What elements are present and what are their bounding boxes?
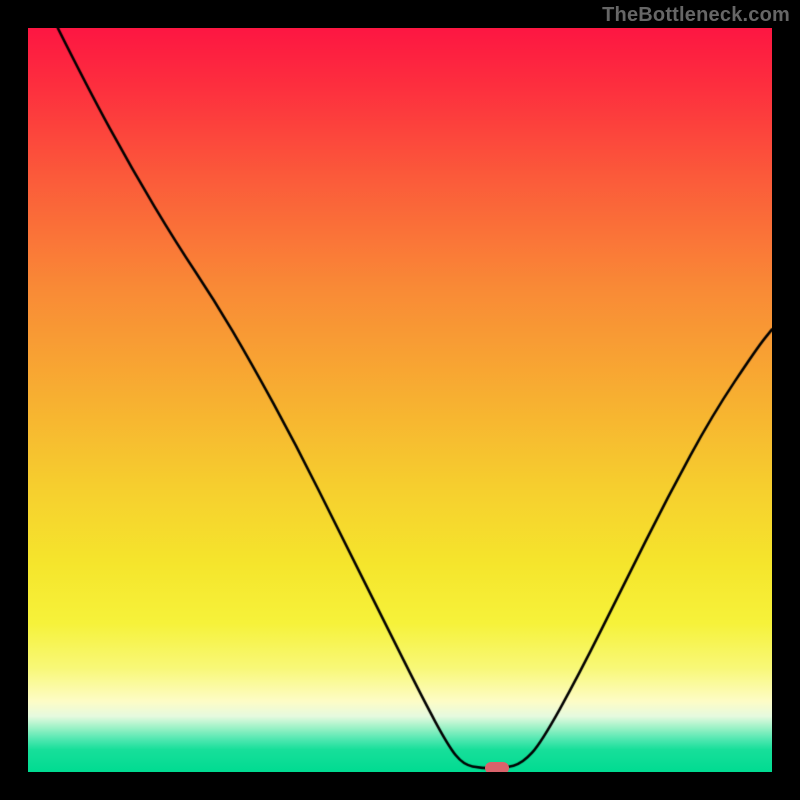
bottleneck-curve: [28, 28, 772, 772]
watermark-text: TheBottleneck.com: [602, 4, 790, 27]
optimal-point-marker: [485, 762, 509, 772]
plot-area: [28, 28, 772, 772]
chart-frame: TheBottleneck.com: [0, 0, 800, 800]
